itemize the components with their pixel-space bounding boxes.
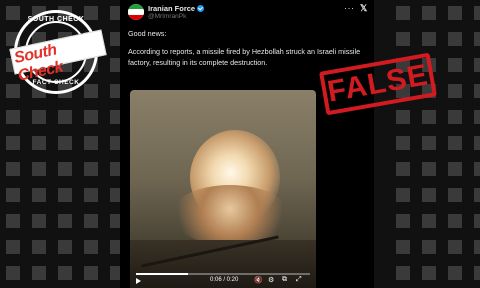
author-handle[interactable]: @MrImranPk (148, 13, 186, 20)
background-tile (32, 240, 46, 254)
south-check-stamp: SOUTH CHECK South Check FACT-CHECK (9, 10, 107, 94)
pip-icon[interactable]: ⧉ (282, 276, 287, 284)
background-tile (84, 266, 98, 280)
background-tile (32, 162, 46, 176)
background-tile (32, 214, 46, 228)
background-tile (448, 110, 462, 124)
background-tile (474, 32, 480, 46)
post-text-line1: Good news: (128, 29, 167, 38)
background-tile (448, 6, 462, 20)
video-progress-bar[interactable] (136, 273, 310, 275)
background-tile (448, 214, 462, 228)
post-text-body: According to reports, a missile fired by… (128, 47, 361, 67)
background-tile (474, 214, 480, 228)
video-player[interactable]: 0:06 / 0:20 🔇 ⚙ ⧉ ⤢ (130, 90, 316, 288)
background-tile (448, 32, 462, 46)
background-tile (474, 110, 480, 124)
background-tile (474, 240, 480, 254)
background-tile (396, 188, 410, 202)
background-tile (396, 214, 410, 228)
background-tile (84, 214, 98, 228)
background-tile (6, 110, 20, 124)
background-tile (58, 214, 72, 228)
background-tile (84, 110, 98, 124)
background-tile (6, 188, 20, 202)
south-check-bottom-text: FACT-CHECK (32, 79, 80, 86)
more-dots-icon[interactable]: ··· (344, 3, 355, 13)
background-tile (58, 266, 72, 280)
background-tile (422, 214, 436, 228)
settings-gear-icon[interactable]: ⚙ (268, 276, 274, 284)
background-tile (422, 162, 436, 176)
background-tile (84, 136, 98, 150)
fullscreen-icon[interactable]: ⤢ (296, 276, 302, 284)
background-tile (474, 188, 480, 202)
background-tile (422, 136, 436, 150)
background-tile (58, 110, 72, 124)
background-tile (58, 136, 72, 150)
background-tile (6, 240, 20, 254)
background-tile (448, 266, 462, 280)
background-tile (396, 162, 410, 176)
author-avatar[interactable] (128, 4, 144, 20)
background-tile (474, 266, 480, 280)
video-time: 0:06 / 0:20 (210, 277, 239, 283)
background-tile (422, 110, 436, 124)
social-post: Iranian Force @MrImranPk ··· 𝕏 Good news… (120, 0, 374, 288)
background-tile (6, 162, 20, 176)
background-tile (422, 266, 436, 280)
background-tile (396, 136, 410, 150)
background-tile (448, 136, 462, 150)
background-tile (58, 162, 72, 176)
background-tile (6, 214, 20, 228)
verified-badge-icon (197, 5, 205, 12)
background-tile (6, 84, 20, 98)
play-icon[interactable] (136, 278, 141, 284)
background-tile (474, 136, 480, 150)
background-tile (32, 188, 46, 202)
background-tile (448, 162, 462, 176)
background-tile (84, 188, 98, 202)
background-tile (58, 240, 72, 254)
background-tile (422, 32, 436, 46)
background-tile (32, 136, 46, 150)
background-tile (474, 84, 480, 98)
x-logo-icon[interactable]: 𝕏 (360, 3, 367, 14)
video-side-black (316, 90, 374, 288)
background-tile (32, 266, 46, 280)
background-tile (84, 162, 98, 176)
background-tile (396, 110, 410, 124)
background-tile (6, 266, 20, 280)
background-tile (422, 6, 436, 20)
background-tile (448, 58, 462, 72)
background-tile (474, 58, 480, 72)
background-tile (396, 32, 410, 46)
background-tile (448, 84, 462, 98)
background-tile (58, 188, 72, 202)
background-tile (32, 110, 46, 124)
background-tile (84, 240, 98, 254)
background-tile (448, 188, 462, 202)
video-controls: 0:06 / 0:20 🔇 ⚙ ⧉ ⤢ (130, 276, 316, 288)
background-tile (84, 84, 98, 98)
background-tile (474, 6, 480, 20)
background-tile (422, 188, 436, 202)
background-tile (6, 136, 20, 150)
background-tile (396, 240, 410, 254)
background-tile (422, 240, 436, 254)
background-tile (396, 6, 410, 20)
background-tile (396, 266, 410, 280)
background-tile (448, 240, 462, 254)
author-name[interactable]: Iranian Force (148, 4, 205, 13)
mute-icon[interactable]: 🔇 (254, 276, 263, 284)
background-tile (474, 162, 480, 176)
